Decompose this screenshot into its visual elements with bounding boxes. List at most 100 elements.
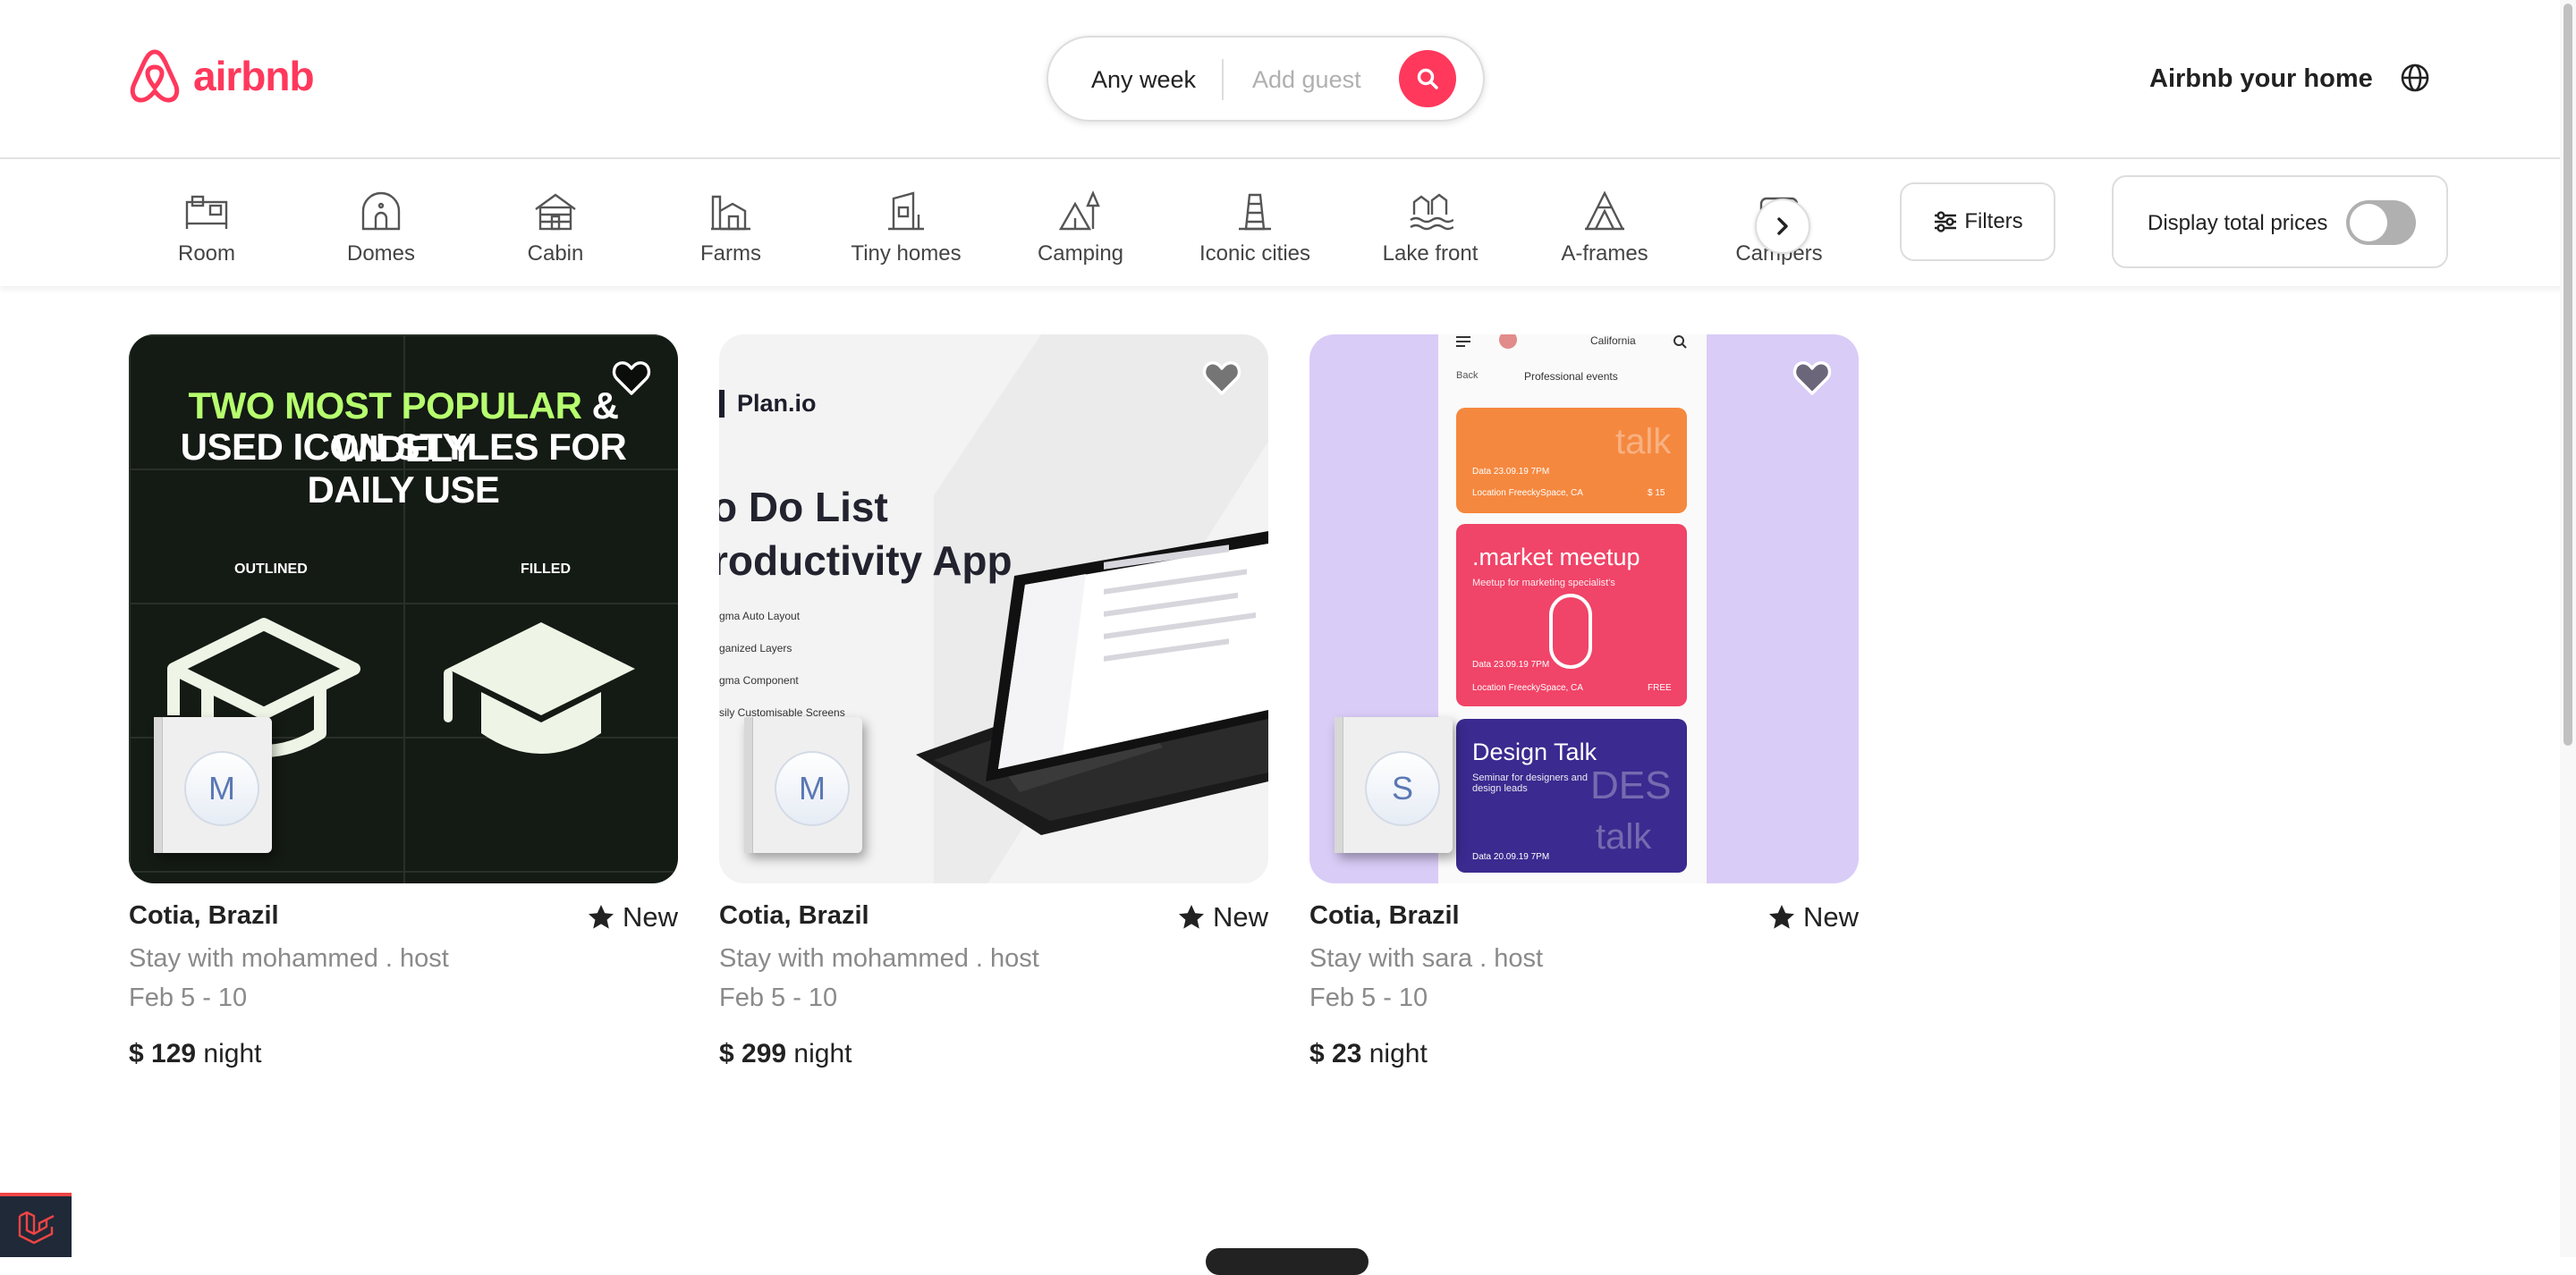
airbnb-logo[interactable]: airbnb xyxy=(127,46,315,106)
graduation-cap-filled-icon xyxy=(444,622,635,754)
filters-icon xyxy=(1935,211,1957,232)
heart-icon[interactable] xyxy=(1791,356,1834,399)
event-subtitle: Meetup for marketing specialist's xyxy=(1472,578,1615,588)
listing-rating: New xyxy=(1767,901,1859,933)
category-label: Domes xyxy=(346,241,416,266)
category-iconic-cities[interactable]: Iconic cities xyxy=(1183,188,1326,266)
display-total-prices: Display total prices xyxy=(2112,175,2448,268)
rating-text: New xyxy=(622,901,678,933)
event-card: .market meetup Meetup for marketing spec… xyxy=(1456,524,1687,706)
search-button[interactable] xyxy=(1399,50,1456,107)
heart-icon[interactable] xyxy=(610,356,653,399)
listing-card[interactable]: Plan.io o Do List roductivity App gma Au… xyxy=(719,334,1268,1068)
category-cabin[interactable]: Cabin xyxy=(484,188,627,266)
category-label: A-frames xyxy=(1561,241,1648,266)
listing-image[interactable]: TWO MOST POPULAR & WIDELY USED ICON STYL… xyxy=(129,334,678,883)
search-bar[interactable]: Any week Add guest xyxy=(1046,36,1485,122)
price-unit: night xyxy=(793,1039,852,1068)
page-scrollbar[interactable] xyxy=(2560,0,2576,1257)
scrollbar-thumb[interactable] xyxy=(2563,4,2572,746)
listing-rating: New xyxy=(1177,901,1268,933)
event-watermark: DES xyxy=(1590,764,1672,807)
event-card: talk Data 23.09.19 7PM Location FreeckyS… xyxy=(1456,408,1687,513)
event-card: Design Talk Seminar for designers and de… xyxy=(1456,719,1687,873)
avatar: M xyxy=(775,751,850,826)
globe-icon xyxy=(2401,63,2429,92)
host-avatar-badge: M xyxy=(154,717,272,853)
filters-button[interactable]: Filters xyxy=(1900,182,2055,261)
category-camping[interactable]: Camping xyxy=(1009,188,1152,266)
category-farms[interactable]: Farms xyxy=(659,188,802,266)
add-guest-field[interactable]: Add guest xyxy=(1252,66,1361,94)
iconic-city-icon xyxy=(1239,193,1271,231)
category-label: Iconic cities xyxy=(1199,241,1311,266)
listing-image[interactable]: Plan.io o Do List roductivity App gma Au… xyxy=(719,334,1268,883)
category-scroll-next-button[interactable] xyxy=(1755,198,1810,254)
listing-card[interactable]: TWO MOST POPULAR & WIDELY USED ICON STYL… xyxy=(129,334,678,1068)
chevron-right-icon xyxy=(1777,217,1788,235)
badge-spine xyxy=(1335,717,1343,853)
image-feature: gma Component xyxy=(719,674,799,687)
tablet-keyboard-illustration xyxy=(916,531,1268,835)
listing-host: Stay with mohammed . host xyxy=(129,944,449,973)
event-decoration xyxy=(1549,594,1592,669)
image-label-outlined: OUTLINED xyxy=(234,562,308,577)
star-icon xyxy=(1178,905,1204,929)
event-title: Design Talk xyxy=(1472,739,1597,765)
search-divider xyxy=(1222,59,1224,100)
logo-text: airbnb xyxy=(193,53,315,99)
listing-dates: Feb 5 - 10 xyxy=(129,984,248,1012)
avatar: S xyxy=(1365,751,1440,826)
listing-host: Stay with mohammed . host xyxy=(719,944,1039,973)
listing-image[interactable]: California Back Professional events talk… xyxy=(1309,334,1859,883)
listing-host: Stay with sara . host xyxy=(1309,944,1544,973)
event-date: Data 23.09.19 7PM xyxy=(1472,660,1550,670)
any-week-field[interactable]: Any week xyxy=(1091,66,1196,94)
listing-dates: Feb 5 - 10 xyxy=(1309,984,1428,1012)
listing-price: $ 23 night xyxy=(1309,1039,1428,1069)
image-brand: Plan.io xyxy=(719,390,817,418)
category-room[interactable]: Room xyxy=(135,188,278,266)
badge-spine xyxy=(154,717,163,853)
lake-front-icon xyxy=(1410,193,1453,231)
event-location: Location FreeckySpace, CA xyxy=(1472,488,1583,498)
image-label-filled: FILLED xyxy=(521,562,571,577)
total-prices-toggle[interactable] xyxy=(2346,200,2416,245)
event-title: .market meetup xyxy=(1472,544,1640,570)
airbnb-logo-icon xyxy=(130,49,180,103)
category-tiny-homes[interactable]: Tiny homes xyxy=(835,188,978,266)
listing-location: Cotia, Brazil xyxy=(719,901,869,930)
category-label: Camping xyxy=(1037,241,1124,266)
laravel-logo-icon xyxy=(18,1211,55,1245)
heart-icon[interactable] xyxy=(1200,356,1243,399)
category-bar: Room Domes Cabin Farms Tiny homes Campin… xyxy=(0,159,2576,286)
phone-screen: California Back Professional events talk… xyxy=(1438,334,1707,883)
star-icon xyxy=(1768,905,1794,929)
dev-toolbar-button[interactable] xyxy=(0,1193,72,1257)
category-label: Lake front xyxy=(1382,241,1479,266)
price-amount: $ 129 xyxy=(129,1039,197,1068)
price-unit: night xyxy=(1368,1039,1428,1068)
image-headline-line2: USED ICON STYLES FOR DAILY USE xyxy=(180,426,627,511)
listing-card[interactable]: California Back Professional events talk… xyxy=(1309,334,1859,1068)
event-watermark: talk xyxy=(1596,817,1652,857)
event-date: Data 20.09.19 7PM xyxy=(1472,852,1550,862)
category-label: Cabin xyxy=(527,241,584,266)
show-map-pill[interactable] xyxy=(1206,1248,1368,1275)
cabin-icon xyxy=(535,193,576,231)
price-amount: $ 23 xyxy=(1309,1039,1362,1068)
display-total-prices-label: Display total prices xyxy=(2148,211,2328,235)
category-domes[interactable]: Domes xyxy=(309,188,453,266)
image-feature: ganized Layers xyxy=(719,642,792,654)
airbnb-your-home-link[interactable]: Airbnb your home xyxy=(2149,64,2373,94)
language-button[interactable] xyxy=(2400,63,2430,97)
event-price: $ 15 xyxy=(1648,488,1665,498)
category-lake-front[interactable]: Lake front xyxy=(1359,188,1502,266)
search-icon xyxy=(1674,335,1687,349)
rating-text: New xyxy=(1212,901,1268,933)
toggle-knob xyxy=(2350,204,2387,241)
listing-price: $ 129 night xyxy=(129,1039,261,1069)
top-header: airbnb Any week Add guest Airbnb your ho… xyxy=(0,0,2576,159)
category-a-frames[interactable]: A-frames xyxy=(1533,188,1676,266)
a-frame-icon xyxy=(1585,190,1624,231)
